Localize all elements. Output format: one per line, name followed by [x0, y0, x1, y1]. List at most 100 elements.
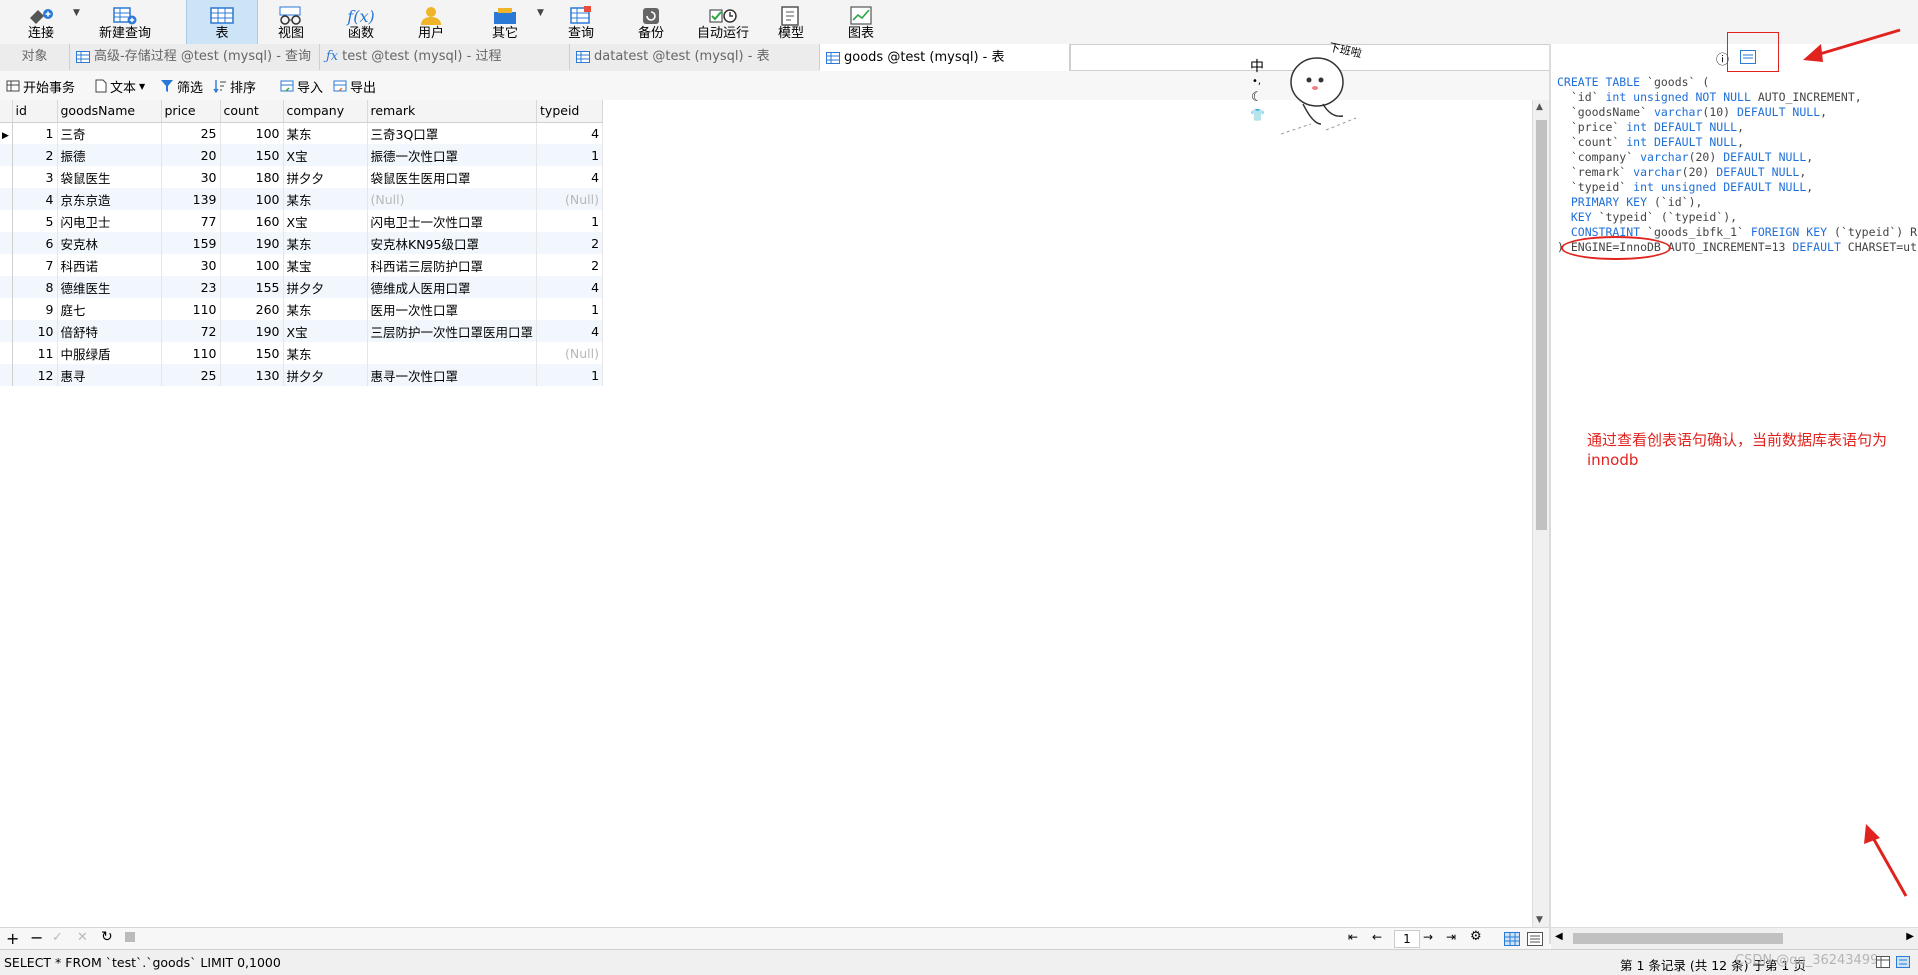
table-row[interactable]: 12 惠寻 25 130 拼夕夕 惠寻一次性口罩 1 — [0, 364, 604, 386]
cell-company[interactable]: 某东 — [283, 298, 368, 320]
discard-x-icon[interactable]: ✕ — [77, 930, 88, 945]
tab-datatest-table[interactable]: datatest @test (mysql) - 表 — [570, 44, 820, 70]
cell-count[interactable]: 160 — [220, 210, 284, 232]
cell-price[interactable]: 159 — [161, 232, 221, 254]
cell-count[interactable]: 155 — [220, 276, 284, 298]
row-indicator[interactable] — [0, 254, 13, 276]
cell-goodsname[interactable]: 中服绿盾 — [57, 342, 162, 364]
cell-id[interactable]: 6 — [12, 232, 58, 254]
cell-price[interactable]: 110 — [161, 342, 221, 364]
row-indicator[interactable] — [0, 144, 13, 166]
cell-company[interactable]: X宝 — [283, 210, 368, 232]
table-row[interactable]: 4 京东京造 139 100 某东 (Null) (Null) — [0, 188, 604, 210]
cell-typeid[interactable]: (Null) — [536, 188, 604, 210]
user-button[interactable]: 用户 — [410, 0, 452, 44]
cell-remark[interactable]: 安克林KN95级口罩 — [367, 232, 538, 254]
cell-goodsname[interactable]: 倍舒特 — [57, 320, 162, 342]
delete-record-icon[interactable]: − — [30, 928, 43, 947]
cell-price[interactable]: 72 — [161, 320, 221, 342]
row-indicator[interactable] — [0, 188, 13, 210]
table-row[interactable]: 5 闪电卫士 77 160 X宝 闪电卫士一次性口罩 1 — [0, 210, 604, 232]
cell-price[interactable]: 30 — [161, 166, 221, 188]
auto-run-button[interactable]: 自动运行 — [692, 0, 754, 44]
row-indicator[interactable] — [0, 210, 13, 232]
filter-button[interactable]: 筛选 — [160, 77, 203, 96]
cell-count[interactable]: 130 — [220, 364, 284, 386]
cell-count[interactable]: 190 — [220, 232, 284, 254]
cell-id[interactable]: 2 — [12, 144, 58, 166]
cell-id[interactable]: 5 — [12, 210, 58, 232]
cell-typeid[interactable]: 1 — [536, 364, 604, 386]
row-indicator[interactable] — [0, 342, 13, 364]
cell-remark[interactable]: 三奇3Q口罩 — [367, 122, 538, 144]
cell-remark[interactable] — [367, 342, 538, 364]
cell-id[interactable]: 3 — [12, 166, 58, 188]
cell-goodsname[interactable]: 惠寻 — [57, 364, 162, 386]
cell-company[interactable]: 某东 — [283, 188, 368, 210]
other-dropdown-icon[interactable]: ▼ — [537, 8, 544, 18]
cell-typeid[interactable]: 1 — [536, 298, 604, 320]
cell-price[interactable]: 77 — [161, 210, 221, 232]
begin-transaction-button[interactable]: 开始事务 — [6, 77, 75, 96]
scroll-up-icon[interactable]: ▲ — [1536, 102, 1543, 112]
stop-icon[interactable] — [125, 932, 135, 942]
cell-company[interactable]: 拼夕夕 — [283, 364, 368, 386]
form-view-icon[interactable] — [1527, 932, 1543, 946]
cell-price[interactable]: 20 — [161, 144, 221, 166]
scroll-down-icon[interactable]: ▼ — [1536, 915, 1543, 925]
last-page-icon[interactable]: ⇥ — [1446, 930, 1456, 944]
cell-count[interactable]: 100 — [220, 254, 284, 276]
add-record-icon[interactable]: + — [6, 929, 19, 948]
cell-count[interactable]: 260 — [220, 298, 284, 320]
model-button[interactable]: 模型 — [770, 0, 812, 44]
cell-price[interactable]: 30 — [161, 254, 221, 276]
cell-id[interactable]: 9 — [12, 298, 58, 320]
cell-count[interactable]: 100 — [220, 188, 284, 210]
cell-company[interactable]: X宝 — [283, 144, 368, 166]
tab-test-procedure[interactable]: ƒx test @test (mysql) - 过程 — [320, 44, 570, 70]
table-row[interactable]: 7 科西诺 30 100 某宝 科西诺三层防护口罩 2 — [0, 254, 604, 276]
column-header-price[interactable]: price — [161, 100, 221, 123]
cell-company[interactable]: 拼夕夕 — [283, 166, 368, 188]
cell-goodsname[interactable]: 闪电卫士 — [57, 210, 162, 232]
cell-remark[interactable]: 振德一次性口罩 — [367, 144, 538, 166]
column-header-goodsname[interactable]: goodsName — [57, 100, 162, 123]
cell-company[interactable]: 某宝 — [283, 254, 368, 276]
column-header-count[interactable]: count — [220, 100, 284, 123]
cell-remark[interactable]: 医用一次性口罩 — [367, 298, 538, 320]
cell-id[interactable]: 10 — [12, 320, 58, 342]
cell-count[interactable]: 150 — [220, 144, 284, 166]
import-button[interactable]: 导入 — [280, 77, 323, 96]
function-button[interactable]: f(x) 函数 — [340, 0, 382, 44]
cell-typeid[interactable]: 2 — [536, 232, 604, 254]
ddl-horizontal-scrollbar[interactable]: ◀ ▶ — [1551, 927, 1918, 950]
cell-typeid[interactable]: 2 — [536, 254, 604, 276]
cell-typeid[interactable]: 4 — [536, 166, 604, 188]
table-row[interactable]: 11 中服绿盾 110 150 某东 (Null) — [0, 342, 604, 364]
table-row[interactable]: 6 安克林 159 190 某东 安克林KN95级口罩 2 — [0, 232, 604, 254]
cell-price[interactable]: 25 — [161, 122, 221, 144]
cell-remark[interactable]: 惠寻一次性口罩 — [367, 364, 538, 386]
text-dropdown-icon[interactable]: ▼ — [139, 82, 145, 91]
ddl-scroll-thumb[interactable] — [1573, 933, 1783, 944]
cell-remark[interactable]: 科西诺三层防护口罩 — [367, 254, 538, 276]
cell-typeid[interactable]: 4 — [536, 320, 604, 342]
scroll-left-icon[interactable]: ◀ — [1555, 931, 1563, 942]
table-button[interactable]: 表 — [186, 0, 258, 44]
cell-typeid[interactable]: 1 — [536, 144, 604, 166]
connect-dropdown-icon[interactable]: ▼ — [73, 8, 80, 18]
row-indicator[interactable] — [0, 232, 13, 254]
row-indicator[interactable] — [0, 320, 13, 342]
row-indicator[interactable] — [0, 276, 13, 298]
cell-company[interactable]: X宝 — [283, 320, 368, 342]
cell-goodsname[interactable]: 德维医生 — [57, 276, 162, 298]
table-row[interactable]: 10 倍舒特 72 190 X宝 三层防护一次性口罩医用口罩 4 — [0, 320, 604, 342]
refresh-icon[interactable]: ↻ — [101, 929, 113, 945]
cell-remark[interactable]: 袋鼠医生医用口罩 — [367, 166, 538, 188]
cell-id[interactable]: 12 — [12, 364, 58, 386]
apply-check-icon[interactable]: ✓ — [52, 930, 63, 945]
view-button[interactable]: 视图 — [270, 0, 312, 44]
table-row[interactable]: 3 袋鼠医生 30 180 拼夕夕 袋鼠医生医用口罩 4 — [0, 166, 604, 188]
cell-id[interactable]: 4 — [12, 188, 58, 210]
cell-count[interactable]: 150 — [220, 342, 284, 364]
